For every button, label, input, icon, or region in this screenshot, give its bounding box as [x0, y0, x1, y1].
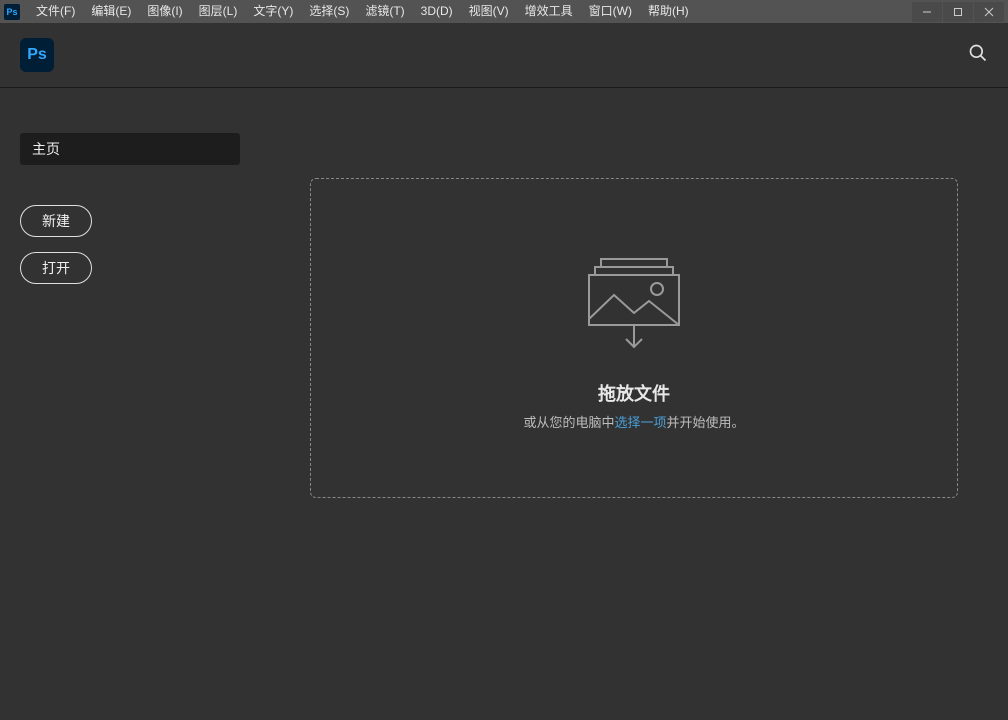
minimize-icon — [922, 7, 932, 17]
drop-title: 拖放文件 — [598, 380, 670, 406]
open-button[interactable]: 打开 — [20, 252, 92, 284]
select-file-link[interactable]: 选择一项 — [614, 415, 666, 430]
drop-image-icon — [579, 245, 689, 360]
menu-type[interactable]: 文字(Y) — [245, 0, 301, 23]
menu-3d[interactable]: 3D(D) — [413, 0, 461, 23]
search-icon — [968, 43, 988, 63]
home-tab[interactable]: 主页 — [20, 133, 240, 165]
drop-zone[interactable]: 拖放文件 或从您的电脑中选择一项并开始使用。 — [310, 178, 958, 498]
ps-logo[interactable]: Ps — [20, 38, 54, 72]
sidebar: 主页 新建 打开 — [0, 88, 260, 720]
menu-filter[interactable]: 滤镜(T) — [357, 0, 412, 23]
menu-plugins[interactable]: 增效工具 — [517, 0, 581, 23]
menu-help[interactable]: 帮助(H) — [640, 0, 697, 23]
close-button[interactable] — [974, 2, 1004, 22]
menu-layer[interactable]: 图层(L) — [191, 0, 246, 23]
menu-bar: 文件(F) 编辑(E) 图像(I) 图层(L) 文字(Y) 选择(S) 滤镜(T… — [28, 0, 697, 23]
drop-sub-suffix: 并开始使用。 — [667, 415, 745, 430]
app-header: Ps — [0, 23, 1008, 88]
menu-image[interactable]: 图像(I) — [139, 0, 190, 23]
menu-select[interactable]: 选择(S) — [301, 0, 357, 23]
menu-window[interactable]: 窗口(W) — [581, 0, 640, 23]
drop-subtitle: 或从您的电脑中选择一项并开始使用。 — [523, 412, 744, 431]
window-controls — [911, 2, 1004, 22]
close-icon — [984, 7, 994, 17]
app-icon: Ps — [4, 4, 20, 20]
maximize-icon — [953, 7, 963, 17]
new-button[interactable]: 新建 — [20, 205, 92, 237]
drop-sub-prefix: 或从您的电脑中 — [523, 415, 614, 430]
body-area: 主页 新建 打开 拖放文件 或从您的电脑中选择一项并开始使用。 — [0, 88, 1008, 720]
menu-view[interactable]: 视图(V) — [461, 0, 517, 23]
search-button[interactable] — [968, 43, 988, 68]
menu-file[interactable]: 文件(F) — [28, 0, 83, 23]
main-content: 拖放文件 或从您的电脑中选择一项并开始使用。 — [260, 88, 1008, 720]
menu-edit[interactable]: 编辑(E) — [83, 0, 139, 23]
minimize-button[interactable] — [912, 2, 942, 22]
maximize-button[interactable] — [943, 2, 973, 22]
title-bar: Ps 文件(F) 编辑(E) 图像(I) 图层(L) 文字(Y) 选择(S) 滤… — [0, 0, 1008, 23]
